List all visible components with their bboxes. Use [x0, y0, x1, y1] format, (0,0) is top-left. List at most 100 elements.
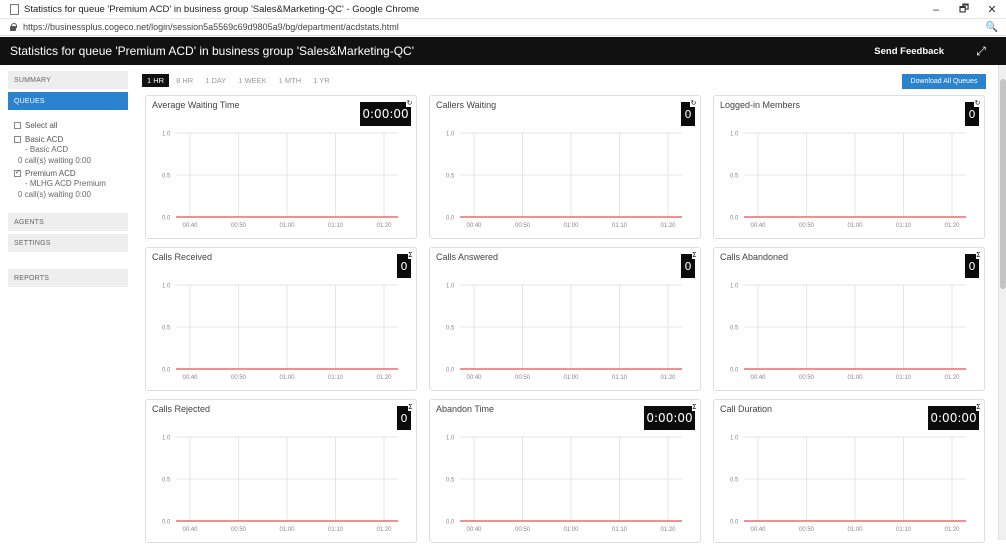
queue-name: Basic ACD	[25, 135, 64, 144]
x-tick-label: 01:20	[376, 527, 392, 533]
sidebar: SUMMARY QUEUES Select all Basic ACD - Ba…	[8, 71, 128, 290]
x-tick-label: 01:10	[328, 375, 344, 381]
queue-name: Premium ACD	[25, 169, 76, 178]
send-feedback-link[interactable]: Send Feedback	[874, 46, 944, 57]
x-tick-label: 01:00	[279, 375, 295, 381]
x-tick-label: 01:10	[612, 527, 628, 533]
tab-1week[interactable]: 1 WEEK	[233, 74, 271, 87]
panel-chart: 1.0 0.5 0.0 00:40 00:50 01:00 01:10 01:20	[446, 436, 682, 533]
expand-icon[interactable]: ⤢	[974, 44, 988, 58]
y-tick-label: 0.0	[446, 368, 455, 374]
nav-summary[interactable]: SUMMARY	[8, 71, 128, 89]
y-tick-label: 0.0	[446, 216, 455, 222]
app-header: Statistics for queue 'Premium ACD' in bu…	[0, 37, 1006, 65]
y-tick-label: 0.0	[446, 520, 455, 526]
tab-8hr[interactable]: 8 HR	[171, 74, 198, 87]
vertical-scrollbar[interactable]	[998, 65, 1006, 540]
y-tick-label: 0.0	[162, 216, 171, 222]
queue-waiting: 0 call(s) waiting 0:00	[18, 156, 91, 165]
tab-1yr[interactable]: 1 YR	[308, 74, 335, 87]
x-tick-label: 01:00	[847, 375, 863, 381]
x-tick-label: 01:20	[660, 527, 676, 533]
queue-item-basic[interactable]: Basic ACD	[14, 135, 128, 145]
x-tick-label: 00:40	[466, 223, 482, 229]
x-tick-label: 01:20	[660, 223, 676, 229]
stat-panel: Calls Abandoned 0Σ 1.0 0.5 0.0 00:40 00:50 01…	[713, 247, 985, 391]
stat-panel: Logged-in Members 0 ↻ 1.0 0.5 0.0 00:40 00:50…	[713, 95, 985, 239]
x-tick-label: 00:40	[182, 223, 198, 229]
tab-1mth[interactable]: 1 MTH	[274, 74, 307, 87]
nav-queues[interactable]: QUEUES	[8, 92, 128, 110]
tab-1hr[interactable]: 1 HR	[142, 74, 170, 87]
nav-reports[interactable]: REPORTS	[8, 269, 128, 287]
stat-panel: Callers Waiting 0 ↻ 1.0 0.5 0.0 00:40 00:50 01…	[429, 95, 701, 239]
queue-item-premium[interactable]: ✓ Premium ACD	[14, 169, 128, 179]
x-tick-label: 00:50	[799, 223, 815, 229]
x-tick-label: 01:00	[563, 527, 579, 533]
x-tick-label: 01:20	[944, 527, 960, 533]
x-tick-label: 00:40	[750, 223, 766, 229]
y-tick-label: 0.5	[730, 326, 739, 332]
stat-panel: Calls Rejected 0Σ 1.0 0.5 0.0 00:40 00:50 01:…	[145, 399, 417, 543]
scrollbar-thumb[interactable]	[1000, 79, 1006, 289]
x-tick-label: 00:50	[515, 527, 531, 533]
minimize-button[interactable]: –	[922, 0, 950, 19]
page-title: Statistics for queue 'Premium ACD' in bu…	[10, 44, 414, 58]
restore-button[interactable]: 🗗	[950, 0, 978, 19]
select-all-checkbox[interactable]	[14, 122, 21, 129]
panel-chart: 1.0 0.5 0.0 00:40 00:50 01:00 01:10 01:20	[730, 436, 966, 533]
x-tick-label: 01:20	[376, 375, 392, 381]
panel-chart: 1.0 0.5 0.0 00:40 00:50 01:00 01:10 01:20	[162, 132, 398, 229]
x-tick-label: 00:40	[466, 375, 482, 381]
x-tick-label: 01:00	[563, 223, 579, 229]
nav-agents[interactable]: AGENTS	[8, 213, 128, 231]
x-tick-label: 01:20	[376, 223, 392, 229]
download-all-queues-button[interactable]: Download All Queues	[902, 74, 986, 89]
page-icon	[10, 3, 19, 15]
close-button[interactable]: ✕	[978, 0, 1006, 19]
browser-title-bar: Statistics for queue 'Premium ACD' in bu…	[0, 0, 1006, 19]
x-tick-label: 01:10	[328, 223, 344, 229]
select-all-row[interactable]: Select all	[14, 121, 128, 131]
y-tick-label: 1.0	[162, 132, 171, 138]
y-tick-label: 1.0	[730, 436, 739, 442]
y-tick-label: 0.0	[730, 520, 739, 526]
y-tick-label: 1.0	[446, 132, 455, 138]
y-tick-label: 1.0	[446, 284, 455, 290]
x-tick-label: 00:50	[515, 223, 531, 229]
panel-chart: 1.0 0.5 0.0 00:40 00:50 01:00 01:10 01:20	[446, 284, 682, 381]
queue-checkbox-basic[interactable]	[14, 136, 21, 143]
x-tick-label: 01:10	[612, 223, 628, 229]
queue-checkbox-premium[interactable]: ✓	[14, 170, 21, 177]
x-tick-label: 00:40	[750, 375, 766, 381]
x-tick-label: 01:00	[563, 375, 579, 381]
y-tick-label: 1.0	[162, 284, 171, 290]
y-tick-label: 0.5	[446, 174, 455, 180]
x-tick-label: 01:00	[847, 527, 863, 533]
x-tick-label: 00:50	[799, 375, 815, 381]
nav-settings[interactable]: SETTINGS	[8, 234, 128, 252]
panel-chart: 1.0 0.5 0.0 00:40 00:50 01:00 01:10 01:20	[162, 284, 398, 381]
tab-1day[interactable]: 1 DAY	[200, 74, 231, 87]
y-tick-label: 0.0	[162, 368, 171, 374]
time-range-tabs: 1 HR 8 HR 1 DAY 1 WEEK 1 MTH 1 YR	[142, 74, 337, 87]
x-tick-label: 01:10	[896, 375, 912, 381]
zoom-icon[interactable]: 🔍	[986, 22, 998, 33]
x-tick-label: 00:40	[750, 527, 766, 533]
y-tick-label: 0.5	[162, 174, 171, 180]
x-tick-label: 00:50	[515, 375, 531, 381]
window-title: Statistics for queue 'Premium ACD' in bu…	[24, 3, 420, 15]
stat-panel: Calls Received 0Σ 1.0 0.5 0.0 00:40 00:50 01:…	[145, 247, 417, 391]
x-tick-label: 00:50	[799, 527, 815, 533]
address-bar[interactable]: https://businessplus.cogeco.net/login/se…	[0, 19, 1006, 36]
y-tick-label: 1.0	[446, 436, 455, 442]
lock-icon	[9, 23, 17, 31]
x-tick-label: 01:10	[612, 375, 628, 381]
x-tick-label: 00:50	[231, 375, 247, 381]
stat-panel: Call Duration 0:00:00 Σ 1.0 0.5 0.0 00:40 00:…	[713, 399, 985, 543]
url-text[interactable]: https://businessplus.cogeco.net/login/se…	[23, 22, 399, 32]
x-tick-label: 00:50	[231, 223, 247, 229]
panel-chart: 1.0 0.5 0.0 00:40 00:50 01:00 01:10 01:20	[162, 436, 398, 533]
y-tick-label: 1.0	[730, 132, 739, 138]
y-tick-label: 0.0	[162, 520, 171, 526]
